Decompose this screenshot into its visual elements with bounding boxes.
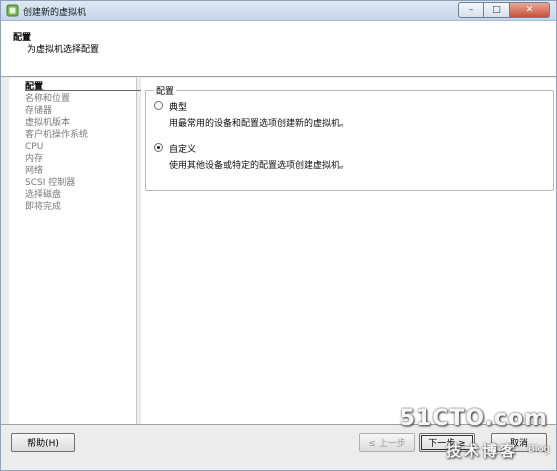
custom-description: 使用其他设备或特定的配置选项创建虚拟机。 <box>169 161 350 171</box>
watermark-blog-text: Blog <box>527 444 550 455</box>
sidebar-item-select-disk: 选择磁盘 <box>25 190 62 200</box>
sidebar-item-config[interactable]: 配置 <box>25 81 43 93</box>
page-subtitle: 为虚拟机选择配置 <box>27 45 100 55</box>
typical-radio[interactable] <box>154 101 163 110</box>
minimize-button[interactable]: – <box>458 2 484 18</box>
help-button[interactable]: 帮助(H) <box>11 433 75 452</box>
watermark-main-text: 51CTO.com <box>399 406 548 431</box>
typical-description: 用最常用的设备和配置选项创建新的虚拟机。 <box>169 119 350 129</box>
wizard-content: 配置 典型 用最常用的设备和配置选项创建新的虚拟机。 自定义 使用其他设备或特定… <box>141 78 556 424</box>
custom-radio[interactable] <box>154 143 163 152</box>
sidebar-item-network: 网络 <box>25 166 44 176</box>
sidebar-item-memory: 内存 <box>25 154 44 164</box>
watermark-sub-text: 技术博客 <box>445 442 518 460</box>
maximize-button[interactable]: □ <box>484 2 510 18</box>
sidebar-item-cpu: CPU <box>25 142 44 152</box>
sidebar-item-scsi-controller: SCSI 控制器 <box>25 178 76 188</box>
window-controls: – □ ✕ <box>458 2 550 18</box>
watermark-logo: 51CTO.com 技术博客 Blog <box>400 406 550 466</box>
groupbox-label: 配置 <box>154 84 177 97</box>
window-title: 创建新的虚拟机 <box>23 8 87 18</box>
vsphere-app-icon <box>6 4 19 17</box>
title-bar[interactable]: 创建新的虚拟机 – □ ✕ <box>1 1 556 21</box>
sidebar-item-vm-version: 虚拟机版本 <box>25 118 71 128</box>
sidebar-item-guest-os: 客户机操作系统 <box>25 130 89 140</box>
new-vm-wizard-window: 创建新的虚拟机 – □ ✕ 配置 为虚拟机选择配置 配置 名称和位置 存储器 虚… <box>0 0 557 471</box>
typical-label[interactable]: 典型 <box>169 100 187 113</box>
configuration-groupbox: 配置 典型 用最常用的设备和配置选项创建新的虚拟机。 自定义 使用其他设备或特定… <box>145 84 554 191</box>
sidebar-item-ready-to-complete: 即将完成 <box>25 202 62 212</box>
sidebar-item-name-location: 名称和位置 <box>25 94 71 104</box>
active-step-divider <box>25 90 141 91</box>
wizard-steps-sidebar: 配置 名称和位置 存储器 虚拟机版本 客户机操作系统 CPU 内存 网络 SCS… <box>9 78 141 424</box>
close-button[interactable]: ✕ <box>510 2 550 18</box>
sidebar-item-storage: 存储器 <box>25 106 53 116</box>
wizard-header: 配置 为虚拟机选择配置 <box>1 21 556 77</box>
custom-label[interactable]: 自定义 <box>169 142 196 155</box>
back-button[interactable]: ≤ 上一步 <box>359 433 415 452</box>
